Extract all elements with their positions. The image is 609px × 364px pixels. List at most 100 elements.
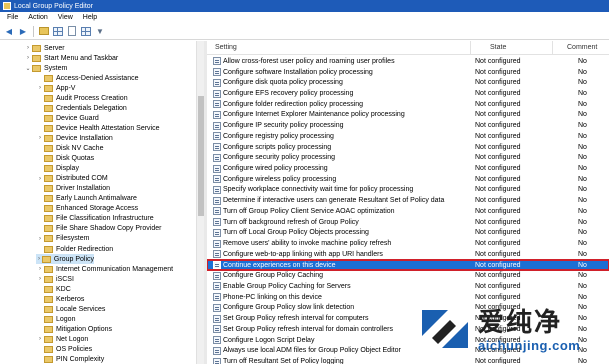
tree-item[interactable]: KDC xyxy=(36,284,71,294)
tree-item[interactable]: Early Launch Antimalware xyxy=(36,194,137,204)
tree-item[interactable]: › Distributed COM xyxy=(36,174,108,184)
folder-up-icon[interactable] xyxy=(38,25,50,37)
tree-item[interactable]: File Share Shadow Copy Provider xyxy=(36,224,161,234)
table-row[interactable]: Turn off background refresh of Group Pol… xyxy=(207,217,609,228)
setting-comment: No xyxy=(578,250,587,258)
chevron-right-icon[interactable]: › xyxy=(36,236,44,242)
back-arrow-icon[interactable]: ◀ xyxy=(3,25,15,37)
tree-item-label: Audit Process Creation xyxy=(56,94,128,102)
chevron-right-icon[interactable]: › xyxy=(24,45,32,51)
tree-item[interactable]: › Net Logon xyxy=(36,334,88,344)
tree-item[interactable]: Logon xyxy=(36,314,75,324)
tree-item[interactable]: Driver Installation xyxy=(36,184,110,194)
filter-icon[interactable]: ▼ xyxy=(94,25,106,37)
tree-item[interactable]: › Filesystem xyxy=(36,234,89,244)
tree-item[interactable]: Disk Quotas xyxy=(36,154,94,164)
tree-item[interactable]: Audit Process Creation xyxy=(36,93,128,103)
folder-icon xyxy=(44,356,53,364)
table-row[interactable]: Configure software Installation policy p… xyxy=(207,67,609,78)
table-row[interactable]: Turn off Group Policy Client Service AOA… xyxy=(207,206,609,217)
menu-file[interactable]: File xyxy=(2,14,23,21)
chevron-right-icon[interactable]: › xyxy=(36,336,44,342)
chevron-right-icon[interactable]: › xyxy=(36,85,44,91)
forward-arrow-icon[interactable]: ▶ xyxy=(17,25,29,37)
chevron-right-icon[interactable]: › xyxy=(24,55,32,61)
chevron-down-icon[interactable]: ⌄ xyxy=(24,65,32,72)
tree-item[interactable]: OS Policies xyxy=(36,345,92,355)
tree-item[interactable]: › Internet Communication Management xyxy=(36,264,173,274)
tree-scrollbar[interactable] xyxy=(196,41,204,364)
table-row[interactable]: Continue experiences on this device Not c… xyxy=(207,258,609,272)
table-row[interactable]: Configure scripts policy processing Not c… xyxy=(207,142,609,153)
tree-item[interactable]: › App-V xyxy=(36,83,75,93)
tree-item[interactable]: Kerberos xyxy=(36,294,84,304)
tree-item[interactable]: › Server xyxy=(24,43,65,53)
table-row[interactable]: Configure wired policy processing Not con… xyxy=(207,163,609,174)
tree-item[interactable]: Device Health Attestation Service xyxy=(36,123,160,133)
setting-state: Not configured xyxy=(475,100,521,108)
tree-item[interactable]: Access-Denied Assistance xyxy=(36,73,138,83)
folder-icon xyxy=(44,295,53,303)
table-row[interactable]: Configure web-to-app linking with app UR… xyxy=(207,249,609,260)
menu-help[interactable]: Help xyxy=(78,14,102,21)
menu-view[interactable]: View xyxy=(53,14,78,21)
tree-item[interactable]: Display xyxy=(36,164,79,174)
table-row[interactable]: Allow cross-forest user policy and roami… xyxy=(207,56,609,67)
document-icon[interactable] xyxy=(66,25,78,37)
table-row[interactable]: Specify workplace connectivity wait time… xyxy=(207,185,609,196)
tree-item-label: Device Guard xyxy=(56,114,99,122)
table-row[interactable]: Configure wireless policy processing Not … xyxy=(207,174,609,185)
menu-action[interactable]: Action xyxy=(23,14,52,21)
column-header-setting[interactable]: Setting xyxy=(215,44,237,51)
chevron-right-icon[interactable]: › xyxy=(36,135,44,141)
folder-icon xyxy=(44,335,53,343)
table-row[interactable]: Configure security policy processing Not … xyxy=(207,152,609,163)
table-row[interactable]: Configure EFS recovery policy processing… xyxy=(207,88,609,99)
table-row[interactable]: Turn off Local Group Policy Objects proc… xyxy=(207,228,609,239)
column-divider[interactable] xyxy=(470,41,471,55)
tree-item[interactable]: › iSCSI xyxy=(36,274,74,284)
table-row[interactable]: Remove users' ability to invoke machine … xyxy=(207,238,609,249)
table-row[interactable]: Configure folder redirection policy proc… xyxy=(207,99,609,110)
chevron-right-icon[interactable]: › xyxy=(36,266,44,272)
policy-setting-icon xyxy=(213,282,221,291)
menu-bar: File Action View Help xyxy=(0,12,609,23)
chevron-right-icon[interactable]: › xyxy=(36,176,44,182)
help-icon[interactable] xyxy=(80,25,92,37)
chevron-right-icon[interactable]: › xyxy=(36,276,44,282)
setting-comment: No xyxy=(578,90,587,97)
setting-comment: No xyxy=(578,175,587,183)
column-divider[interactable] xyxy=(552,41,553,55)
tree-item[interactable]: Disk NV Cache xyxy=(36,144,103,154)
setting-comment: No xyxy=(578,282,587,290)
tree-item[interactable]: PIN Complexity xyxy=(36,355,104,364)
table-row[interactable]: Configure registry policy processing Not … xyxy=(207,131,609,142)
column-header-state[interactable]: State xyxy=(490,44,506,51)
table-row[interactable]: Enable Group Policy Caching for Servers N… xyxy=(207,281,609,292)
tree-item[interactable]: File Classification Infrastructure xyxy=(36,214,154,224)
tree-item[interactable]: ⌄ System xyxy=(24,63,67,73)
watermark-url: aichunjing.com xyxy=(478,338,581,353)
tree-item-label: Kerberos xyxy=(56,295,85,303)
policy-tree: › Server › Start Menu and Taskbar ⌄ System Acc… xyxy=(0,41,204,364)
table-row[interactable]: Configure disk quota policy processing No… xyxy=(207,77,609,88)
tree-item[interactable]: Credentials Delegation xyxy=(36,103,127,113)
table-row[interactable]: Configure IP security policy processing N… xyxy=(207,120,609,131)
setting-name: Set Group Policy refresh interval for co… xyxy=(223,315,369,323)
tree-item[interactable]: › Device Installation xyxy=(36,133,113,143)
table-row[interactable]: Determine if interactive users can gener… xyxy=(207,195,609,206)
tree-item[interactable]: › Start Menu and Taskbar xyxy=(24,53,118,63)
setting-comment: No xyxy=(578,272,587,280)
tree-item[interactable]: Locale Services xyxy=(36,304,105,314)
tree-item[interactable]: Folder Redirection xyxy=(36,244,113,254)
column-header-comment[interactable]: Comment xyxy=(567,44,597,51)
tree-item[interactable]: Device Guard xyxy=(36,113,99,123)
tree-item[interactable]: Mitigation Options xyxy=(36,324,112,334)
properties-grid-icon[interactable] xyxy=(52,25,64,37)
tree-item-label: Server xyxy=(44,44,65,52)
tree-item[interactable]: › Group Policy xyxy=(36,254,94,265)
folder-icon xyxy=(44,325,53,333)
table-row[interactable]: Configure Internet Explorer Maintenance … xyxy=(207,110,609,121)
table-row[interactable]: Configure Group Policy Caching Not config… xyxy=(207,270,609,281)
tree-item[interactable]: Enhanced Storage Access xyxy=(36,204,138,214)
